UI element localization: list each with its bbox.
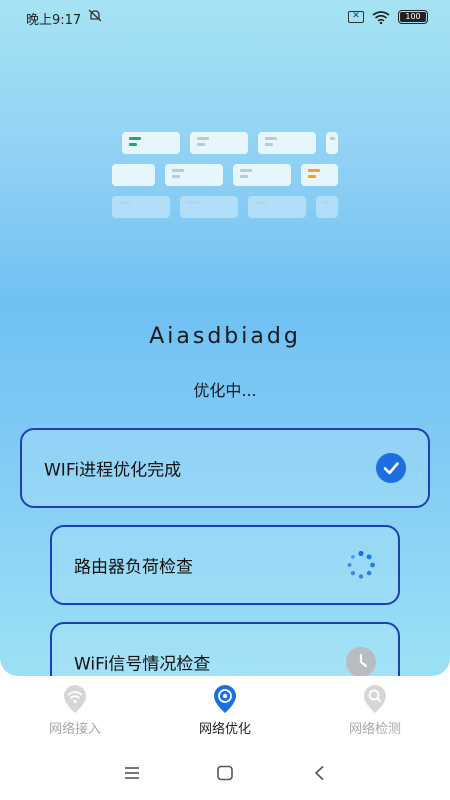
app-title: Aiasdbiadg [149, 324, 301, 349]
home-icon[interactable] [215, 764, 235, 782]
nav-label: 网络优化 [198, 722, 251, 737]
sim-off-icon: ✕ [348, 11, 364, 23]
task-router-load[interactable]: 路由器负荷检查 [50, 525, 400, 605]
status-time: 晚上9:17 [26, 13, 82, 28]
bottom-nav: 网络接入 网络优化 网络检测 [0, 676, 450, 746]
task-label: WIFi进程优化完成 [44, 460, 182, 481]
nav-item-network-detect[interactable]: 网络检测 [315, 684, 435, 737]
notification-muted-icon [88, 9, 102, 26]
nav-item-network-optimize[interactable]: 网络优化 [165, 684, 285, 737]
clock-icon [346, 647, 376, 676]
task-wifi-process[interactable]: WIFi进程优化完成 [20, 428, 430, 508]
search-icon [364, 685, 386, 713]
status-bar: 晚上9:17 ✕ 100 [0, 0, 450, 36]
menu-icon[interactable] [122, 764, 142, 782]
optimization-status: 优化中... [193, 381, 257, 400]
nav-item-network-access[interactable]: 网络接入 [15, 684, 135, 737]
task-label: 路由器负荷检查 [74, 557, 193, 578]
wifi-icon [64, 685, 86, 713]
task-wifi-signal[interactable]: WiFi信号情况检查 [50, 622, 400, 676]
task-label: WiFi信号情况检查 [74, 654, 211, 675]
optimization-illustration [112, 132, 338, 222]
battery-level: 100 [400, 12, 426, 22]
system-navigation-bar [0, 746, 450, 800]
wifi-icon [372, 10, 390, 24]
back-icon[interactable] [310, 764, 330, 782]
check-circle-icon [376, 453, 406, 483]
app-screen: 晚上9:17 ✕ 100 Aiasdbiadg 优化中... WIFi进程优化完… [0, 0, 450, 676]
battery-icon: 100 [398, 10, 428, 24]
optimize-icon [214, 685, 236, 713]
nav-label: 网络接入 [48, 722, 101, 737]
spinner-icon [347, 550, 375, 579]
nav-label: 网络检测 [348, 722, 401, 737]
